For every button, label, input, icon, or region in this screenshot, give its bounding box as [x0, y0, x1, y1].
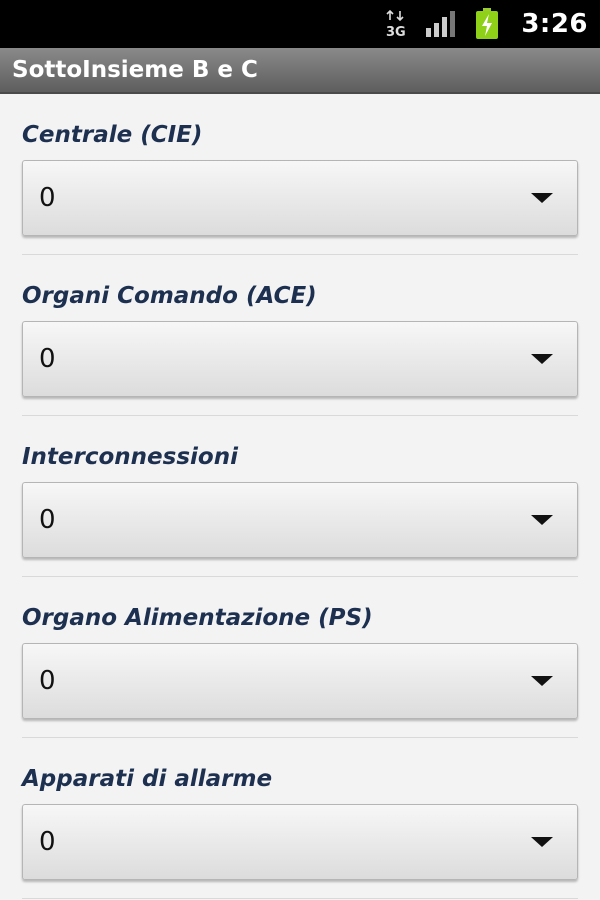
field-label: Centrale (CIE) — [22, 122, 203, 148]
signal-strength-icon — [425, 9, 457, 39]
spinner-value: 0 — [39, 344, 56, 374]
field-label: Organo Alimentazione (PS) — [22, 605, 373, 631]
3g-data-icon: 3G — [385, 9, 407, 39]
dropdown-arrow-icon — [531, 354, 553, 364]
apparati-allarme-spinner[interactable]: 0 — [22, 804, 578, 880]
dropdown-arrow-icon — [531, 515, 553, 525]
field-group-centrale: Centrale (CIE) 0 — [22, 94, 578, 255]
organo-alimentazione-spinner[interactable]: 0 — [22, 643, 578, 719]
spinner-value: 0 — [39, 666, 56, 696]
page-title: SottoInsieme B e C — [12, 57, 258, 83]
field-label: Interconnessioni — [22, 444, 238, 470]
title-bar: SottoInsieme B e C — [0, 48, 600, 94]
field-group-interconnessioni: Interconnessioni 0 — [22, 416, 578, 577]
field-label: Apparati di allarme — [22, 766, 273, 792]
svg-text:3G: 3G — [386, 25, 406, 39]
spinner-value: 0 — [39, 505, 56, 535]
organi-comando-spinner[interactable]: 0 — [22, 321, 578, 397]
field-group-organi-comando: Organi Comando (ACE) 0 — [22, 255, 578, 416]
spinner-value: 0 — [39, 827, 56, 857]
clock: 3:26 — [521, 9, 588, 39]
form: Centrale (CIE) 0 Organi Comando (ACE) 0 … — [0, 94, 600, 899]
dropdown-arrow-icon — [531, 837, 553, 847]
battery-charging-icon — [475, 8, 499, 40]
field-label: Organi Comando (ACE) — [22, 283, 317, 309]
spinner-value: 0 — [39, 183, 56, 213]
interconnessioni-spinner[interactable]: 0 — [22, 482, 578, 558]
centrale-spinner[interactable]: 0 — [22, 160, 578, 236]
dropdown-arrow-icon — [531, 193, 553, 203]
field-group-apparati-allarme: Apparati di allarme 0 — [22, 738, 578, 899]
field-group-organo-alimentazione: Organo Alimentazione (PS) 0 — [22, 577, 578, 738]
dropdown-arrow-icon — [531, 676, 553, 686]
status-bar: 3G 3:26 — [0, 0, 600, 48]
